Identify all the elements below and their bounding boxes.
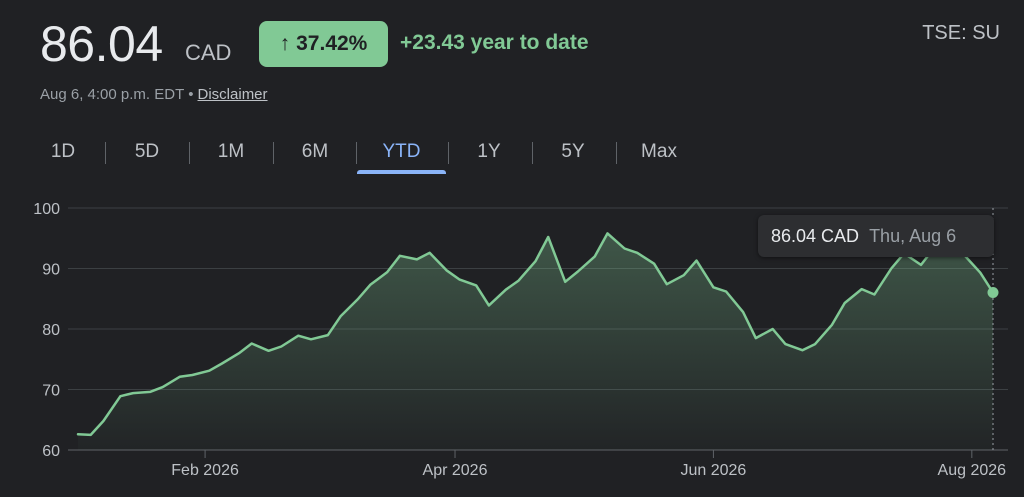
y-tick-label: 100 xyxy=(33,201,60,218)
timestamp-row: Aug 6, 4:00 p.m. EDT • Disclaimer xyxy=(40,86,268,103)
ytd-change-label: +23.43 year to date xyxy=(400,31,589,54)
ticker-symbol: TSE: SU xyxy=(922,22,1000,44)
tab-ytd[interactable]: YTD xyxy=(357,130,446,174)
tab-divider xyxy=(273,142,274,164)
y-tick-label: 80 xyxy=(42,322,60,339)
x-tick-label: Aug 2026 xyxy=(938,462,1007,479)
x-tick-label: Feb 2026 xyxy=(171,462,239,479)
disclaimer-link[interactable]: Disclaimer xyxy=(198,86,268,103)
tab-divider xyxy=(189,142,190,164)
change-percent-label: 37.42% xyxy=(296,32,368,55)
y-tick-label: 70 xyxy=(42,383,60,400)
x-tick-label: Jun 2026 xyxy=(680,462,746,479)
tab-1y[interactable]: 1Y xyxy=(454,130,524,174)
tooltip-date: Thu, Aug 6 xyxy=(869,225,957,246)
tab-5y[interactable]: 5Y xyxy=(538,130,608,174)
hover-tooltip: 86.04 CAD Thu, Aug 6 xyxy=(758,215,994,257)
up-arrow-icon: ↑ xyxy=(279,32,291,55)
tab-1m[interactable]: 1M xyxy=(196,130,266,174)
timestamp: Aug 6, 4:00 p.m. EDT xyxy=(40,86,185,103)
tab-5d[interactable]: 5D xyxy=(112,130,182,174)
y-tick-label: 60 xyxy=(42,443,60,460)
y-tick-label: 90 xyxy=(42,262,60,279)
bullet-separator: • xyxy=(188,86,194,103)
price-value: 86.04 xyxy=(40,16,163,72)
price-area-fill xyxy=(78,233,993,450)
x-tick-label: Apr 2026 xyxy=(423,462,488,479)
tooltip-price: 86.04 CAD xyxy=(771,225,860,246)
currency-label: CAD xyxy=(185,40,232,65)
tab-divider xyxy=(105,142,106,164)
tab-divider xyxy=(532,142,533,164)
tab-1d[interactable]: 1D xyxy=(28,130,98,174)
highlight-point xyxy=(987,286,999,298)
tab-divider xyxy=(616,142,617,164)
tab-divider xyxy=(448,142,449,164)
change-percent-badge: ↑ 37.42% xyxy=(259,21,388,67)
tab-6m[interactable]: 6M xyxy=(280,130,350,174)
tab-max[interactable]: Max xyxy=(622,130,696,174)
